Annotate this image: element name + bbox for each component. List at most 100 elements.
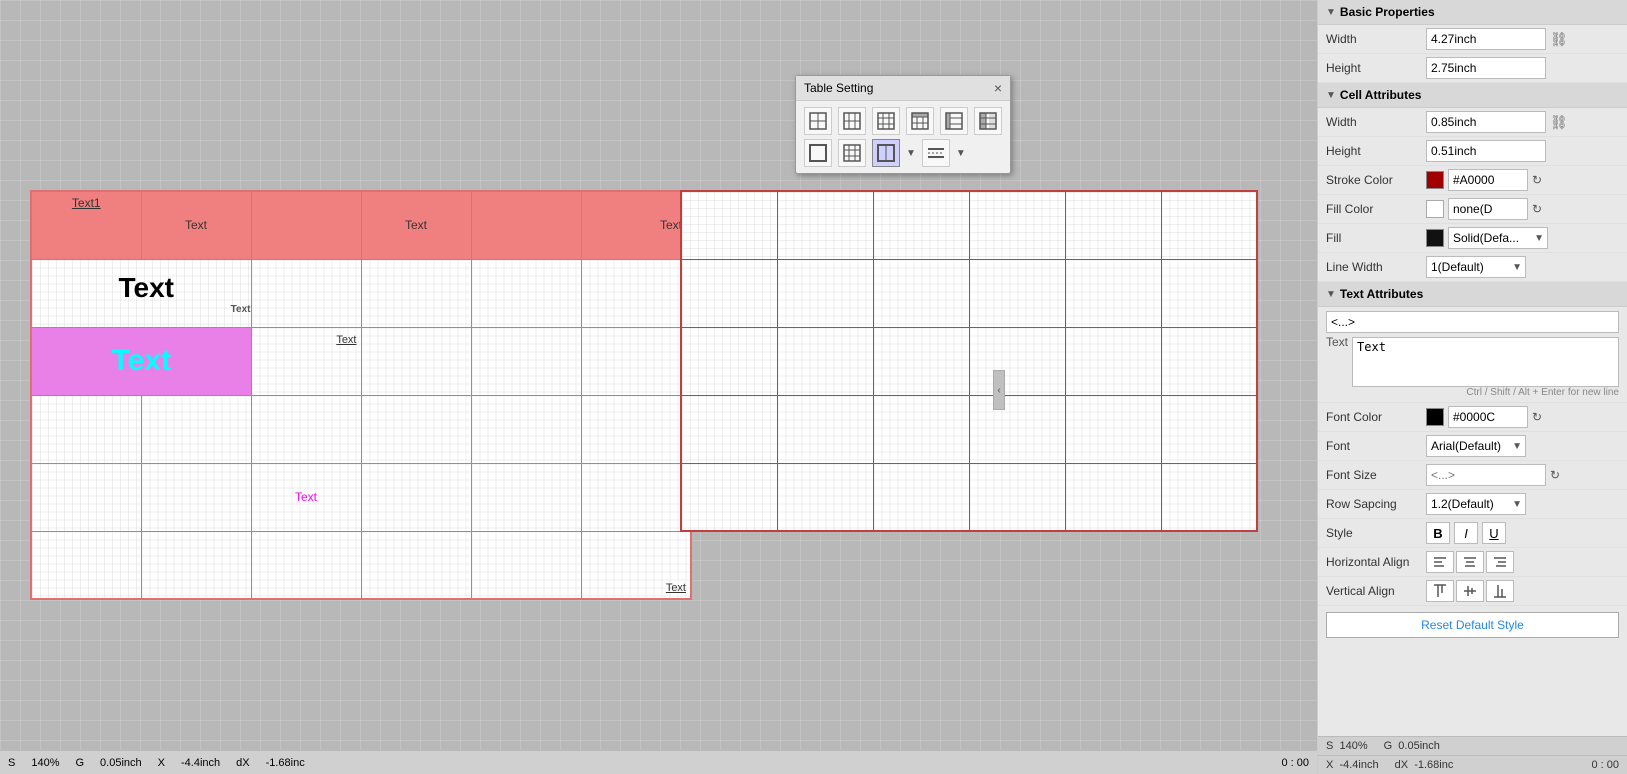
font-color-swatch[interactable] xyxy=(1426,408,1444,426)
icon-dropdown-2[interactable]: ▼ xyxy=(956,148,966,159)
table-cell[interactable] xyxy=(31,463,141,531)
table-row[interactable]: Text Text xyxy=(31,327,691,395)
fill-refresh-icon[interactable]: ↻ xyxy=(1532,202,1542,216)
table-cell[interactable] xyxy=(1161,259,1257,327)
v-align-bottom-button[interactable] xyxy=(1486,580,1514,602)
font-color-refresh-icon[interactable]: ↻ xyxy=(1532,410,1542,424)
table-icon-6[interactable] xyxy=(974,107,1002,135)
table-cell[interactable]: Text1 xyxy=(31,191,141,259)
h-align-right-button[interactable] xyxy=(1486,551,1514,573)
cell-width-input[interactable] xyxy=(1426,111,1546,133)
table-cell[interactable]: Text xyxy=(581,531,691,599)
table-cell[interactable] xyxy=(873,395,969,463)
cell-height-input[interactable] xyxy=(1426,140,1546,162)
table-cell[interactable] xyxy=(1161,191,1257,259)
table-cell[interactable] xyxy=(969,463,1065,531)
table-icon-10[interactable] xyxy=(922,139,950,167)
panel-collapse-handle[interactable]: ‹ xyxy=(993,370,1005,410)
table-cell[interactable] xyxy=(251,191,361,259)
table-cell[interactable] xyxy=(681,327,777,395)
stroke-color-input[interactable] xyxy=(1448,169,1528,191)
table-cell[interactable] xyxy=(969,259,1065,327)
table-icon-2[interactable] xyxy=(838,107,866,135)
table-row[interactable]: Text xyxy=(31,463,691,531)
table-cell[interactable]: Text xyxy=(581,191,691,259)
table-cell[interactable] xyxy=(873,259,969,327)
table-row[interactable] xyxy=(681,463,1257,531)
underline-button[interactable]: U xyxy=(1482,522,1506,544)
table-cell[interactable] xyxy=(873,327,969,395)
table-cell[interactable] xyxy=(141,531,251,599)
table-cell[interactable] xyxy=(681,463,777,531)
table-cell[interactable] xyxy=(777,327,873,395)
table-cell[interactable] xyxy=(777,463,873,531)
width-input[interactable] xyxy=(1426,28,1546,50)
table-row[interactable] xyxy=(681,259,1257,327)
table-cell[interactable] xyxy=(1065,395,1161,463)
table-setting-close-button[interactable]: × xyxy=(994,80,1002,96)
font-select[interactable]: Arial(Default) xyxy=(1426,435,1526,457)
table-cell[interactable] xyxy=(581,327,691,395)
table-cell[interactable] xyxy=(471,395,581,463)
table-row[interactable] xyxy=(681,327,1257,395)
table-icon-7[interactable] xyxy=(804,139,832,167)
font-color-input[interactable] xyxy=(1448,406,1528,428)
table-icon-1[interactable] xyxy=(804,107,832,135)
bold-button[interactable]: B xyxy=(1426,522,1450,544)
table-cell[interactable]: Text Text xyxy=(31,259,251,327)
table-cell[interactable] xyxy=(141,463,251,531)
table-cell[interactable] xyxy=(969,191,1065,259)
text-placeholder-input[interactable] xyxy=(1326,311,1619,333)
stroke-refresh-icon[interactable]: ↻ xyxy=(1532,173,1542,187)
table-cell[interactable]: Text xyxy=(361,191,471,259)
reset-default-style-button[interactable]: Reset Default Style xyxy=(1326,612,1619,638)
table-icon-9-border[interactable] xyxy=(872,139,900,167)
lock-icon[interactable]: ⛓ xyxy=(1550,31,1568,48)
table-cell[interactable] xyxy=(471,463,581,531)
table-row[interactable] xyxy=(681,191,1257,259)
row-spacing-select[interactable]: 1.2(Default) xyxy=(1426,493,1526,515)
table-cell[interactable] xyxy=(681,395,777,463)
table-cell[interactable] xyxy=(969,395,1065,463)
table-cell[interactable] xyxy=(969,327,1065,395)
table-cell[interactable] xyxy=(1065,463,1161,531)
table-cell[interactable] xyxy=(251,531,361,599)
icon-dropdown-1[interactable]: ▼ xyxy=(906,148,916,159)
fill-color-swatch[interactable] xyxy=(1426,200,1444,218)
table-cell[interactable] xyxy=(777,395,873,463)
italic-button[interactable]: I xyxy=(1454,522,1478,544)
table-cell[interactable] xyxy=(1161,395,1257,463)
table-row[interactable]: Text xyxy=(31,531,691,599)
table-cell[interactable]: Text xyxy=(141,191,251,259)
h-align-center-button[interactable] xyxy=(1456,551,1484,573)
table-cell[interactable] xyxy=(361,395,471,463)
table-cell[interactable] xyxy=(681,191,777,259)
height-input[interactable] xyxy=(1426,57,1546,79)
table-cell[interactable] xyxy=(681,259,777,327)
table-cell[interactable] xyxy=(471,191,581,259)
table-cell[interactable] xyxy=(581,259,691,327)
font-size-input[interactable] xyxy=(1426,464,1546,486)
table-cell[interactable] xyxy=(1161,327,1257,395)
table-icon-8[interactable] xyxy=(838,139,866,167)
table-cell[interactable] xyxy=(471,531,581,599)
table-cell[interactable] xyxy=(581,463,691,531)
table-cell[interactable] xyxy=(471,327,581,395)
table-cell[interactable] xyxy=(777,191,873,259)
table-row[interactable]: Text1 Text Text Text xyxy=(31,191,691,259)
table-row[interactable] xyxy=(31,395,691,463)
basic-properties-header[interactable]: ▼ Basic Properties xyxy=(1318,0,1627,25)
table-cell[interactable] xyxy=(361,259,471,327)
h-align-left-button[interactable] xyxy=(1426,551,1454,573)
canvas-area[interactable]: Table Setting × xyxy=(0,0,1317,774)
table-cell[interactable] xyxy=(251,259,361,327)
table-cell[interactable] xyxy=(31,531,141,599)
table-cell[interactable] xyxy=(1065,259,1161,327)
table-cell[interactable] xyxy=(361,327,471,395)
text-attributes-header[interactable]: ▼ Text Attributes xyxy=(1318,282,1627,307)
line-width-select[interactable]: 1(Default) xyxy=(1426,256,1526,278)
cell-attributes-header[interactable]: ▼ Cell Attributes xyxy=(1318,83,1627,108)
table-cell[interactable] xyxy=(1065,327,1161,395)
table-row[interactable] xyxy=(681,395,1257,463)
right-table[interactable] xyxy=(680,190,1258,532)
